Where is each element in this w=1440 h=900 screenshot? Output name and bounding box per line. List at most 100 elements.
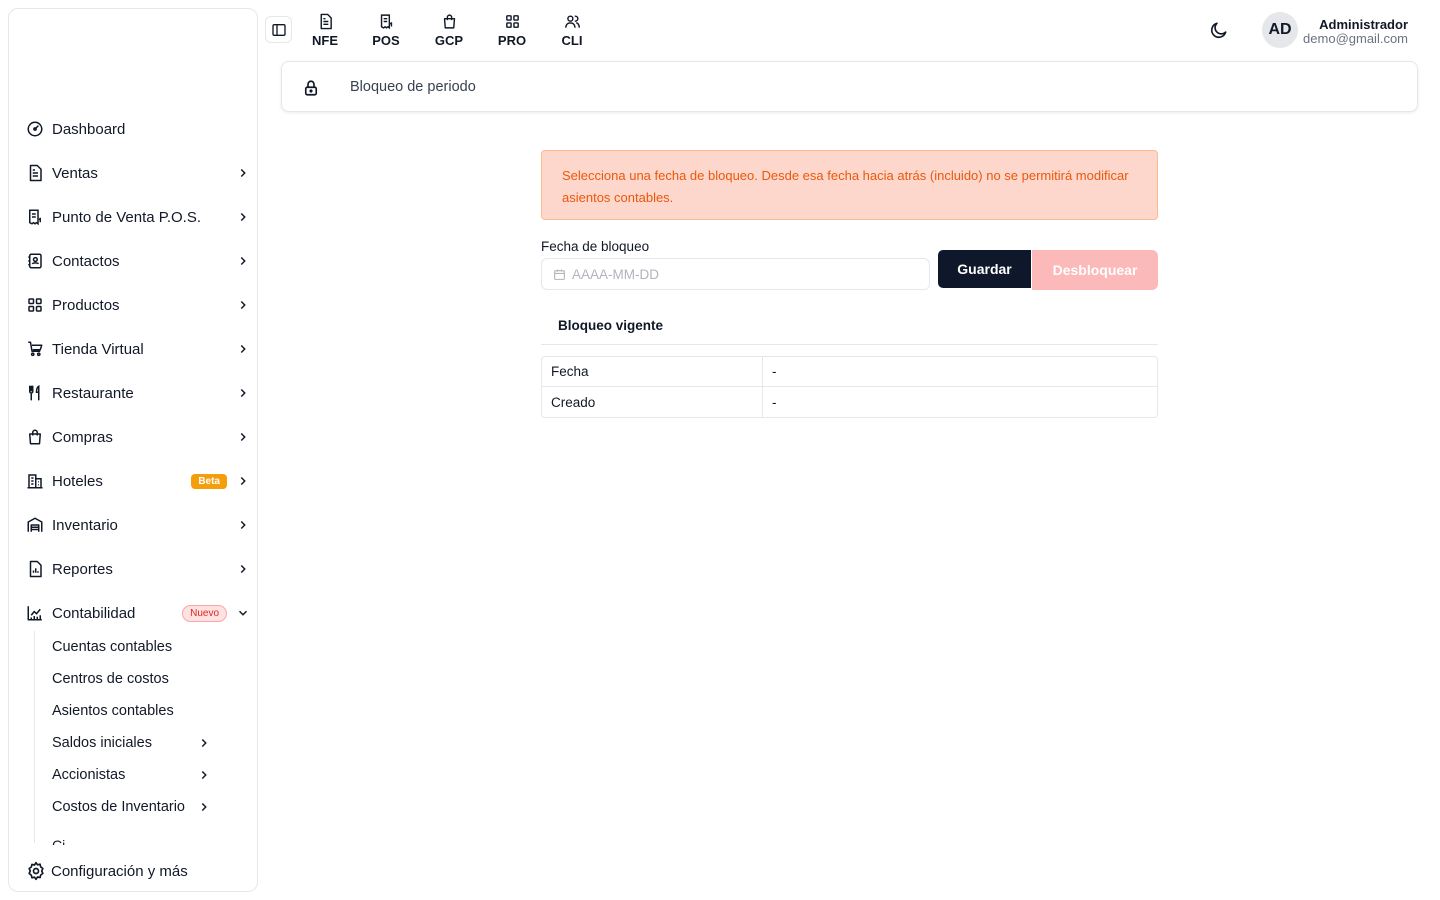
sidebar-item-contabilidad[interactable]: Contabilidad Nuevo (25, 597, 251, 629)
moon-icon (1209, 20, 1229, 40)
sidebar-item-label: Punto de Venta P.O.S. (52, 208, 202, 226)
sidebar-item-tienda-virtual[interactable]: Tienda Virtual (25, 333, 251, 365)
chevron-right-icon (235, 473, 251, 489)
chevron-right-icon (235, 165, 251, 181)
date-input[interactable] (572, 266, 929, 282)
submenu-item-label: Cuentas contables (52, 639, 173, 655)
shopping-bag-icon (25, 427, 45, 447)
app-link-pos[interactable]: POS (364, 12, 408, 50)
table-key-cell: Fecha (542, 357, 763, 386)
contact-book-icon (25, 251, 45, 271)
sidebar-item-restaurante[interactable]: Restaurante (25, 377, 251, 409)
app-link-nfe[interactable]: NFE (303, 12, 347, 50)
table-value-cell: - (772, 364, 777, 379)
page-title: Bloqueo de periodo (350, 79, 476, 95)
submenu-item-cuentas-contables[interactable]: Cuentas contables (52, 633, 212, 661)
submenu-item-asientos-contables[interactable]: Asientos contables (52, 697, 212, 725)
gauge-icon (25, 119, 45, 139)
sidebar-item-reportes[interactable]: Reportes (25, 553, 251, 585)
chevron-right-icon (235, 253, 251, 269)
chevron-right-icon (196, 767, 212, 783)
new-badge: Nuevo (182, 604, 227, 622)
chevron-right-icon (235, 385, 251, 401)
chevron-right-icon (196, 799, 212, 815)
sidebar-item-pos[interactable]: Punto de Venta P.O.S. (25, 201, 251, 233)
app-link-cli[interactable]: CLI (550, 12, 594, 50)
submenu-item-partial[interactable]: Ci (52, 837, 82, 845)
app-link-label: GCP (434, 33, 464, 48)
date-field[interactable] (541, 258, 930, 290)
current-lock-table: Fecha - Creado - (541, 356, 1158, 418)
page-header-card: Bloqueo de periodo (281, 61, 1418, 112)
sidebar-item-contactos[interactable]: Contactos (25, 245, 251, 277)
chevron-right-icon (235, 561, 251, 577)
app-link-label: POS (372, 33, 400, 48)
shopping-bag-icon (440, 12, 458, 30)
chevron-right-icon (235, 341, 251, 357)
section-title: Bloqueo vigente (558, 318, 664, 333)
date-field-label: Fecha de bloqueo (541, 239, 650, 254)
utensils-icon (25, 383, 45, 403)
sidebar-item-configuracion[interactable]: Configuración y más (25, 855, 251, 887)
logo-placeholder (29, 39, 229, 89)
sidebar-item-label: Contabilidad (52, 604, 136, 622)
sidebar-item-compras[interactable]: Compras (25, 421, 251, 453)
sidebar-item-label: Productos (52, 296, 120, 314)
submenu-item-label: Costos de Inventario (52, 799, 185, 815)
sidebar-item-label: Inventario (52, 516, 118, 534)
beta-badge: Beta (191, 473, 227, 489)
sidebar-toggle-button[interactable] (265, 16, 292, 43)
submenu-item-saldos-iniciales[interactable]: Saldos iniciales (52, 729, 212, 757)
table-value-cell: - (772, 394, 777, 410)
submenu-guide-line (34, 631, 35, 843)
app-link-label: PRO (497, 33, 527, 48)
submenu-item-label: Accionistas (52, 767, 126, 783)
lock-icon (302, 79, 320, 97)
sidebar-item-productos[interactable]: Productos (25, 289, 251, 321)
sidebar-item-label: Compras (52, 428, 113, 446)
file-text-icon (25, 163, 45, 183)
avatar[interactable]: AD (1262, 12, 1298, 48)
sidebar-item-label: Reportes (52, 560, 113, 578)
line-chart-icon (25, 603, 45, 623)
receipt-icon (377, 12, 395, 30)
chevron-right-icon (235, 297, 251, 313)
submenu-item-label: Saldos iniciales (52, 735, 152, 751)
file-text-icon (316, 12, 334, 30)
theme-toggle-button[interactable] (1207, 18, 1231, 42)
users-icon (563, 12, 581, 30)
app-link-gcp[interactable]: GCP (427, 12, 471, 50)
sidebar: Dashboard Ventas Punto de Venta P.O.S. C… (8, 8, 258, 892)
submenu-item-costos-de-inventario[interactable]: Costos de Inventario (52, 793, 212, 821)
receipt-icon (25, 207, 45, 227)
sidebar-item-dashboard[interactable]: Dashboard (25, 113, 251, 145)
sidebar-item-label: Tienda Virtual (52, 340, 144, 358)
table-row: Creado - (542, 387, 1157, 417)
user-name: Administrador (1319, 17, 1408, 32)
app-link-label: CLI (561, 33, 583, 48)
sidebar-item-label: Configuración y más (51, 862, 188, 880)
unlock-button[interactable]: Desbloquear (1032, 250, 1158, 290)
shopping-cart-icon (25, 339, 45, 359)
sidebar-item-label: Dashboard (52, 120, 126, 138)
calendar-icon (552, 267, 566, 281)
submenu-item-centros-de-costos[interactable]: Centros de costos (52, 665, 212, 693)
chevron-right-icon (196, 735, 212, 751)
user-email: demo@gmail.com (1303, 31, 1408, 46)
info-alert: Selecciona una fecha de bloqueo. Desde e… (541, 150, 1158, 220)
submenu-item-accionistas[interactable]: Accionistas (52, 761, 212, 789)
sidebar-item-ventas[interactable]: Ventas (25, 157, 251, 189)
gear-icon (25, 860, 47, 882)
chevron-right-icon (235, 517, 251, 533)
building-icon (25, 471, 45, 491)
panel-left-icon (271, 22, 287, 38)
submenu-item-label: Centros de costos (52, 671, 169, 687)
sidebar-item-label: Contactos (52, 252, 120, 270)
app-link-pro[interactable]: PRO (490, 12, 534, 50)
chevron-right-icon (235, 429, 251, 445)
sidebar-item-inventario[interactable]: Inventario (25, 509, 251, 541)
save-button[interactable]: Guardar (938, 250, 1031, 288)
warehouse-icon (25, 515, 45, 535)
sidebar-item-hoteles[interactable]: Hoteles Beta (25, 465, 251, 497)
chevron-down-icon (235, 605, 251, 621)
